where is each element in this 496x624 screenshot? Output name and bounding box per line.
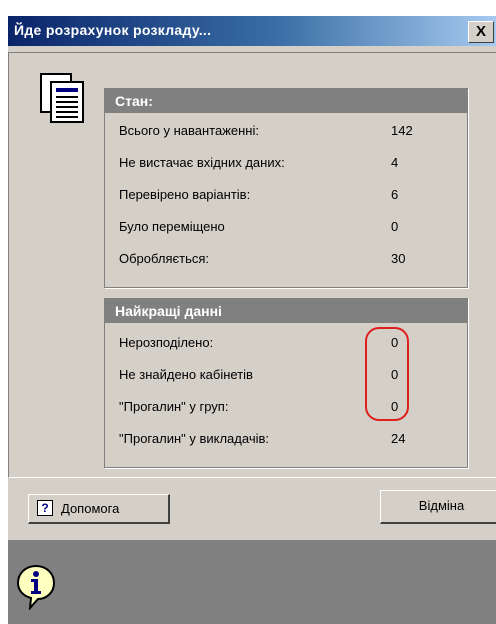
help-icon: ?	[37, 500, 53, 516]
row-label: Нерозподілено:	[119, 335, 214, 350]
best-data-panel: Найкращі данні Нерозподілено: 0 Не знайде…	[104, 298, 468, 468]
row-value: 142	[391, 123, 413, 138]
status-row-missing-input: Не вистачає вхідних даних: 4	[119, 153, 459, 173]
row-label: Перевірено варіантів:	[119, 187, 251, 202]
row-label: Всього у навантаженні:	[119, 123, 259, 138]
row-value: 24	[391, 431, 406, 446]
window-title: Йде розрахунок розкладу...	[14, 22, 212, 38]
row-value: 6	[391, 187, 399, 202]
row-label: "Прогалин" у груп:	[119, 399, 229, 414]
help-button[interactable]: ? Допомога	[28, 494, 170, 524]
progress-dialog: Йде розрахунок розкладу... X Стан: Всьог…	[8, 16, 496, 624]
row-label: Не вистачає вхідних даних:	[119, 155, 285, 170]
info-bar	[8, 540, 496, 624]
status-row-total: Всього у навантаженні: 142	[119, 121, 459, 141]
document-icon	[40, 73, 84, 123]
info-icon	[16, 564, 56, 610]
status-row-processing: Обробляється: 30	[119, 249, 459, 269]
row-value: 4	[391, 155, 399, 170]
status-row-checked: Перевірено варіантів: 6	[119, 185, 459, 205]
row-label: Обробляється:	[119, 251, 210, 266]
highlight-oval	[365, 327, 409, 421]
best-panel-header: Найкращі данні	[105, 299, 467, 323]
status-row-moved: Було переміщено 0	[119, 217, 459, 237]
row-value: 0	[391, 219, 399, 234]
row-label: "Прогалин" у викладачів:	[119, 431, 269, 446]
best-row-teacher-gaps: "Прогалин" у викладачів: 24	[119, 429, 459, 449]
title-bar[interactable]: Йде розрахунок розкладу... X	[8, 16, 496, 46]
row-label: Було переміщено	[119, 219, 225, 234]
help-button-label: Допомога	[61, 501, 120, 516]
status-panel: Стан: Всього у навантаженні: 142 Не виста…	[104, 88, 468, 288]
status-panel-header: Стан:	[105, 89, 467, 113]
close-button[interactable]: X	[468, 21, 494, 43]
row-label: Не знайдено кабінетів	[119, 367, 253, 382]
cancel-button[interactable]: Відміна	[380, 490, 496, 524]
close-icon: X	[475, 23, 486, 40]
row-value: 30	[391, 251, 406, 266]
